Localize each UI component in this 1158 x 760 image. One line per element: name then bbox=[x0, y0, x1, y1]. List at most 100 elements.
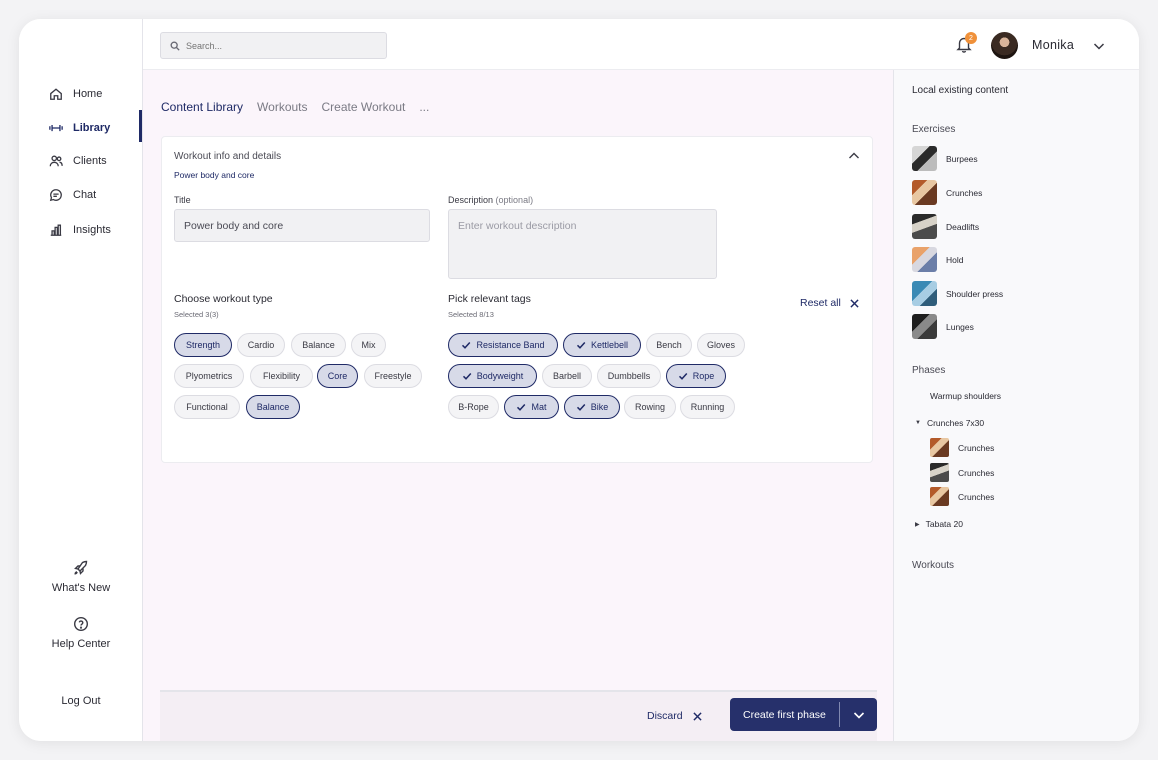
description-optional: (optional) bbox=[495, 195, 534, 205]
exercise-item-deadlifts[interactable]: Deadlifts bbox=[912, 214, 979, 239]
tag-chip-rope[interactable]: Rope bbox=[666, 364, 726, 388]
type-chip-mix[interactable]: Mix bbox=[351, 333, 386, 357]
whats-new-button[interactable]: What's New bbox=[19, 560, 143, 594]
chat-icon bbox=[49, 189, 62, 202]
nav-clients[interactable]: Clients bbox=[49, 154, 107, 168]
nav-library[interactable]: Library bbox=[49, 121, 110, 135]
tag-chip-resistance-band[interactable]: Resistance Band bbox=[448, 333, 558, 357]
home-icon bbox=[50, 88, 62, 100]
sidebar: Home Library Clients Chat Insights What'… bbox=[19, 19, 143, 741]
tags-title: Pick relevant tags bbox=[448, 293, 531, 305]
tag-chip-gloves[interactable]: Gloves bbox=[697, 333, 745, 357]
exercise-thumbnail bbox=[930, 487, 949, 506]
breadcrumb: Content Library Workouts Create Workout … bbox=[161, 100, 429, 114]
exercise-item-burpees[interactable]: Burpees bbox=[912, 146, 978, 171]
nav-home-label: Home bbox=[73, 88, 103, 100]
workout-type-title: Choose workout type bbox=[174, 293, 273, 305]
notification-badge: 2 bbox=[965, 32, 977, 44]
breadcrumb-create-workout[interactable]: Create Workout bbox=[322, 100, 406, 114]
type-chip-freestyle[interactable]: Freestyle bbox=[364, 364, 422, 388]
caret-down-icon[interactable]: ▼ bbox=[915, 420, 921, 426]
tag-chip-rowing[interactable]: Rowing bbox=[624, 395, 676, 419]
title-input[interactable]: Power body and core bbox=[174, 209, 430, 242]
user-menu-toggle[interactable] bbox=[1093, 39, 1105, 51]
chip-label: Bike bbox=[590, 402, 609, 412]
nav-clients-label: Clients bbox=[73, 155, 107, 167]
tag-chip-mat[interactable]: Mat bbox=[504, 395, 559, 419]
create-first-phase-button[interactable]: Create first phase bbox=[730, 698, 877, 731]
exercise-item-lunges[interactable]: Lunges bbox=[912, 314, 974, 339]
caret-right-icon[interactable]: ▶ bbox=[915, 521, 920, 528]
check-icon bbox=[462, 341, 471, 349]
type-chip-balance[interactable]: Balance bbox=[291, 333, 346, 357]
exercise-thumbnail bbox=[912, 214, 937, 239]
nav-home[interactable]: Home bbox=[49, 87, 102, 101]
help-center-button[interactable]: Help Center bbox=[19, 616, 143, 650]
exercise-item-crunches[interactable]: Crunches bbox=[912, 180, 982, 205]
description-input[interactable]: Enter workout description bbox=[448, 209, 717, 279]
phase-group-tabata[interactable]: ▶ Tabata 20 bbox=[915, 519, 963, 529]
avatar[interactable] bbox=[991, 32, 1018, 59]
phases-heading: Phases bbox=[912, 365, 946, 376]
exercise-thumbnail bbox=[912, 146, 937, 171]
phase-child-item[interactable]: Crunches bbox=[930, 463, 994, 482]
discard-button[interactable]: Discard bbox=[647, 710, 702, 722]
breadcrumb-more[interactable]: ... bbox=[419, 100, 429, 114]
description-label-text: Description bbox=[448, 195, 494, 205]
exercise-label: Burpees bbox=[946, 153, 978, 164]
type-chip-core[interactable]: Core bbox=[317, 364, 358, 388]
tag-chip-bench[interactable]: Bench bbox=[646, 333, 692, 357]
collapse-button[interactable] bbox=[848, 149, 860, 161]
type-chip-balance-2[interactable]: Balance bbox=[246, 395, 300, 419]
create-options-toggle[interactable] bbox=[840, 709, 877, 721]
type-chip-cardio[interactable]: Cardio bbox=[237, 333, 285, 357]
breadcrumb-workouts[interactable]: Workouts bbox=[257, 100, 307, 114]
phase-label: Crunches 7x30 bbox=[926, 418, 985, 428]
username: Monika bbox=[1032, 38, 1075, 52]
chip-label: Freestyle bbox=[374, 371, 412, 381]
tag-chip-bodyweight[interactable]: Bodyweight bbox=[448, 364, 537, 388]
exercise-item-shoulder-press[interactable]: Shoulder press bbox=[912, 281, 1003, 306]
tag-chip-bike[interactable]: Bike bbox=[564, 395, 620, 419]
breadcrumb-content-library[interactable]: Content Library bbox=[161, 100, 243, 114]
type-chip-flexibility[interactable]: Flexibility bbox=[250, 364, 313, 388]
chip-label: Resistance Band bbox=[476, 340, 545, 350]
chevron-up-icon bbox=[849, 152, 859, 159]
search-input[interactable] bbox=[186, 40, 376, 51]
exercise-item-hold[interactable]: Hold bbox=[912, 247, 963, 272]
type-chip-strength[interactable]: Strength bbox=[174, 333, 232, 357]
tag-chip-b-rope[interactable]: B-Rope bbox=[448, 395, 499, 419]
chip-label: Core bbox=[327, 371, 348, 381]
phase-item-warmup[interactable]: Warmup shoulders bbox=[930, 391, 1001, 401]
nav-chat[interactable]: Chat bbox=[49, 188, 96, 202]
chip-label: Flexibility bbox=[262, 371, 300, 381]
chip-label: Cardio bbox=[247, 340, 275, 350]
phase-group-crunches[interactable]: ▼ Crunches 7x30 bbox=[915, 418, 984, 428]
exercises-heading: Exercises bbox=[912, 124, 956, 135]
logout-button[interactable]: Log Out bbox=[19, 695, 143, 707]
tag-chip-dumbbells[interactable]: Dumbbells bbox=[597, 364, 661, 388]
search-icon bbox=[170, 41, 180, 51]
tag-chip-kettlebell[interactable]: Kettlebell bbox=[563, 333, 641, 357]
dumbbell-icon bbox=[49, 124, 63, 132]
notifications-button[interactable]: 2 bbox=[955, 32, 977, 55]
chip-label: Balance bbox=[256, 402, 290, 412]
phase-child-item[interactable]: Crunches bbox=[930, 487, 994, 506]
chevron-down-icon bbox=[853, 711, 864, 719]
reset-all-button[interactable]: Reset all bbox=[800, 297, 859, 309]
app-window: Home Library Clients Chat Insights What'… bbox=[19, 19, 1139, 741]
tag-chip-running[interactable]: Running bbox=[680, 395, 735, 419]
type-chip-functional[interactable]: Functional bbox=[174, 395, 240, 419]
exercise-label: Shoulder press bbox=[946, 288, 1004, 299]
nav-insights[interactable]: Insights bbox=[49, 223, 111, 237]
tag-chip-barbell[interactable]: Barbell bbox=[542, 364, 592, 388]
card-title: Workout info and details bbox=[174, 151, 282, 162]
phase-child-item[interactable]: Crunches bbox=[930, 438, 994, 457]
help-icon bbox=[73, 616, 89, 632]
type-chip-plyometrics[interactable]: Plyometrics bbox=[174, 364, 244, 388]
exercise-thumbnail bbox=[912, 180, 937, 205]
exercise-label: Crunches bbox=[946, 187, 983, 198]
search-box[interactable] bbox=[160, 32, 387, 59]
check-icon bbox=[517, 403, 526, 411]
chip-label: Rowing bbox=[634, 402, 665, 412]
